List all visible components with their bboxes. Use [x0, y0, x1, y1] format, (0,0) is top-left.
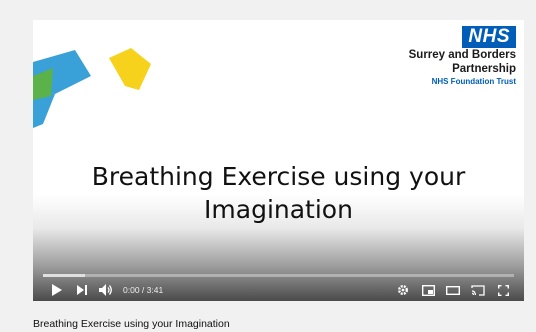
- video-title[interactable]: Breathing Exercise using your Imaginatio…: [33, 318, 230, 330]
- org-name-line2: Partnership: [452, 63, 516, 75]
- time-total: 3:41: [146, 285, 164, 295]
- volume-icon: [99, 284, 112, 296]
- slide-title-line2: Imagination: [204, 195, 353, 224]
- time-display: 0:00 / 3:41: [123, 285, 164, 295]
- next-button[interactable]: [71, 279, 93, 301]
- miniplayer-icon: [421, 284, 435, 296]
- play-icon: [51, 284, 62, 296]
- volume-button[interactable]: [95, 279, 117, 301]
- org-name-line3: NHS Foundation Trust: [431, 77, 516, 86]
- progress-buffer: [43, 274, 86, 277]
- video-player[interactable]: NHS Surrey and Borders Partnership NHS F…: [33, 20, 524, 301]
- settings-button[interactable]: [392, 279, 414, 301]
- nhs-logo: NHS Surrey and Borders Partnership NHS F…: [409, 26, 516, 87]
- cast-button[interactable]: [467, 279, 489, 301]
- theater-icon: [446, 285, 460, 295]
- player-controls: 0:00 / 3:41: [33, 279, 524, 301]
- slide-title: Breathing Exercise using your Imaginatio…: [33, 160, 524, 226]
- miniplayer-button[interactable]: [417, 279, 439, 301]
- progress-bar[interactable]: [43, 274, 514, 277]
- time-current: 0:00: [123, 285, 140, 295]
- theater-button[interactable]: [442, 279, 464, 301]
- slide-title-line1: Breathing Exercise using your: [91, 162, 466, 191]
- nhs-badge: NHS: [462, 26, 516, 48]
- fullscreen-icon: [497, 284, 509, 296]
- fullscreen-button[interactable]: [492, 279, 514, 301]
- cast-icon: [471, 284, 485, 296]
- next-icon: [77, 285, 87, 295]
- video-card: NHS Surrey and Borders Partnership NHS F…: [0, 0, 536, 332]
- org-name-line1: Surrey and Borders: [408, 49, 516, 61]
- trust-logo-shapes: [33, 48, 151, 128]
- play-button[interactable]: [45, 279, 67, 301]
- gear-icon: [398, 285, 408, 295]
